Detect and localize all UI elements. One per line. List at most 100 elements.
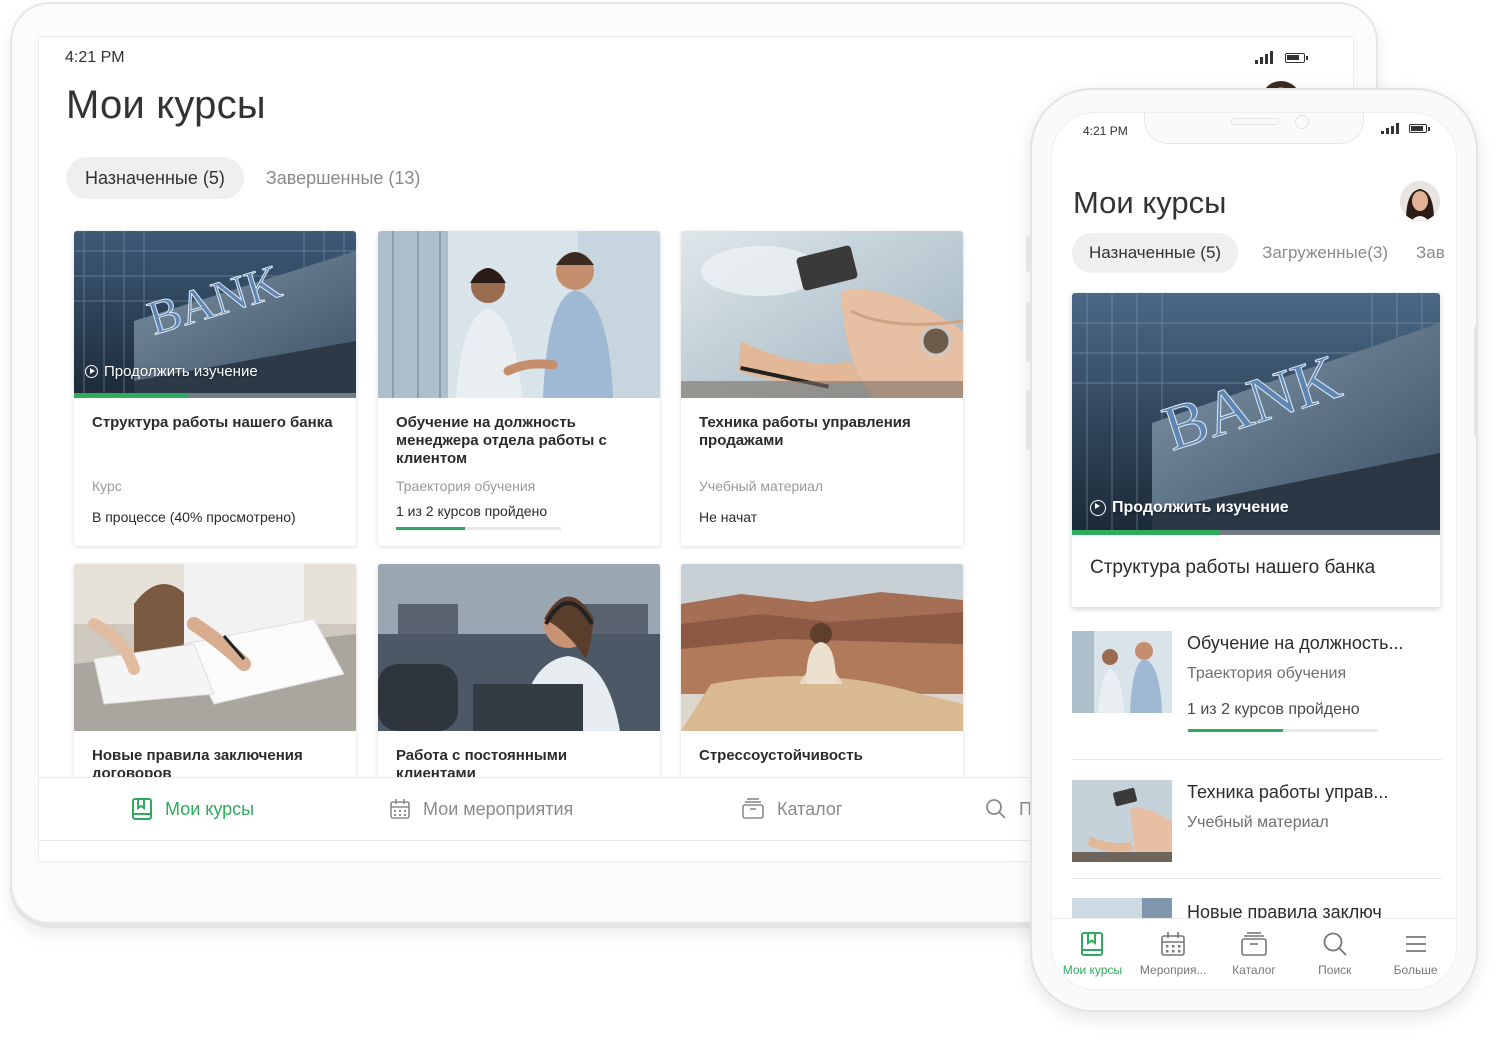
search-icon [986, 799, 1006, 819]
course-card[interactable]: Работа с постоянными клиентами [378, 564, 660, 794]
nav-my-courses[interactable]: Мои курсы [131, 778, 254, 840]
nav-more[interactable]: Больше [1375, 919, 1456, 989]
volume-up-button [1026, 302, 1030, 362]
progress-bar [396, 527, 561, 530]
phone-device: 4:21 PM Мои курсы Назначенные (5) Загруж… [1026, 88, 1478, 1012]
divider [1072, 878, 1442, 879]
nav-label: Мои мероприятия [423, 798, 574, 819]
course-card[interactable]: Техника работы управления продажами Учеб… [681, 231, 963, 546]
nav-label: Больше [1393, 963, 1438, 977]
course-card[interactable]: Стрессоустойчивость [681, 564, 963, 794]
battery-icon [1409, 124, 1430, 133]
nav-catalog[interactable]: Каталог [1214, 919, 1295, 989]
course-type: Траектория обучения [396, 478, 536, 494]
course-title: Обучение на должность менеджера отдела р… [396, 414, 607, 467]
progress-bar [1072, 530, 1440, 535]
calendar-icon [1161, 932, 1185, 956]
play-icon [1090, 500, 1106, 516]
notch [1144, 113, 1364, 144]
credit-card-image [681, 231, 963, 398]
nav-label: Каталог [1232, 963, 1276, 977]
course-card[interactable]: Обучение на должность менеджера отдела р… [378, 231, 660, 546]
list-item[interactable]: Техника работы управ... Учебный материал [1072, 780, 1444, 898]
status-time: 4:21 PM [1083, 124, 1128, 138]
mute-switch [1026, 236, 1030, 272]
signal-icon [1255, 51, 1273, 64]
call-center-image [378, 564, 660, 731]
course-title: Стрессоустойчивость [699, 747, 863, 764]
divider [1072, 759, 1442, 760]
nav-my-events[interactable]: Мои мероприятия [389, 778, 573, 840]
signal-icon [1381, 123, 1399, 134]
course-card[interactable]: Новые правила заключения договоров [74, 564, 356, 794]
nav-label: Мои курсы [165, 798, 255, 819]
handshake-image [378, 231, 660, 398]
continue-learning[interactable]: Продолжить изучение [85, 363, 258, 380]
nav-label: Каталог [777, 798, 843, 819]
play-icon [85, 365, 98, 378]
bank-building-image: BANK Продолжить изучение [74, 231, 356, 398]
list-item[interactable]: Новые правила заключ [1072, 898, 1444, 918]
course-type: Учебный материал [699, 478, 824, 494]
bank-building-image: BANK Продолжить изучение [1072, 293, 1440, 535]
bank-building-image [1072, 898, 1172, 918]
featured-course-card[interactable]: BANK Продолжить изучение Структура работ… [1072, 293, 1440, 607]
course-title: Структура работы нашего банка [1090, 557, 1376, 578]
credit-card-image [1072, 780, 1172, 862]
course-status: Не начат [699, 509, 758, 525]
continue-label: Продолжить изучение [1112, 499, 1289, 516]
course-status: 1 из 2 курсов пройдено [1187, 701, 1360, 718]
bottom-nav: Мои курсы Мероприя... Каталог Поиск Боль… [1052, 918, 1456, 989]
progress-fill [1188, 729, 1283, 732]
status-icons [1255, 51, 1308, 64]
course-title: Новые правила заключ [1187, 902, 1382, 918]
course-title: Обучение на должность... [1187, 633, 1404, 653]
tab-downloaded[interactable]: Загруженные(3) [1258, 243, 1392, 263]
speaker [1231, 118, 1279, 125]
signing-documents-image [74, 564, 356, 731]
course-status: В процессе (40% просмотрено) [92, 509, 296, 525]
avatar[interactable] [1400, 181, 1440, 221]
power-button [1474, 326, 1478, 436]
course-card[interactable]: BANK Продолжить изучение Структура работ… [74, 231, 356, 546]
canyon-meditation-image [681, 564, 963, 731]
tabs: Назначенные (5) Завершенные (13) [66, 157, 424, 199]
volume-down-button [1026, 390, 1030, 450]
catalog-icon [742, 798, 764, 819]
list-item[interactable]: Обучение на должность... Траектория обуч… [1072, 631, 1444, 749]
nav-my-courses[interactable]: Мои курсы [1052, 919, 1133, 989]
tab-completed[interactable]: Завершенные (13) [262, 168, 425, 189]
tab-assigned[interactable]: Назначенные (5) [1072, 233, 1239, 273]
phone-screen: 4:21 PM Мои курсы Назначенные (5) Загруж… [1051, 112, 1457, 990]
calendar-icon [390, 799, 410, 819]
course-type: Траектория обучения [1187, 665, 1347, 682]
nav-label: Мои курсы [1062, 963, 1123, 977]
menu-icon [1405, 936, 1426, 952]
book-icon [132, 798, 152, 820]
page-title: Мои курсы [66, 83, 266, 127]
continue-learning[interactable]: Продолжить изучение [1090, 499, 1289, 517]
handshake-image [1072, 631, 1172, 713]
nav-label: Мероприя... [1139, 963, 1207, 977]
search-icon [1323, 932, 1347, 956]
progress-fill [396, 527, 466, 530]
course-title: Структура работы нашего банка [92, 414, 333, 431]
battery-icon [1285, 52, 1308, 63]
camera [1295, 115, 1309, 129]
nav-label: Поиск [1318, 963, 1352, 977]
catalog-icon [1241, 932, 1267, 956]
page-title: Мои курсы [1073, 185, 1227, 220]
course-title: Техника работы управ... [1187, 782, 1389, 802]
nav-search[interactable]: Поиск [1294, 919, 1375, 989]
status-time: 4:21 PM [65, 49, 125, 66]
nav-catalog[interactable]: Каталог [741, 778, 842, 840]
progress-bar [74, 393, 356, 398]
continue-label: Продолжить изучение [104, 363, 258, 380]
course-status: 1 из 2 курсов пройдено [396, 503, 548, 519]
course-type: Курс [92, 478, 122, 494]
tabs: Назначенные (5) Загруженные(3) Зав [1072, 233, 1449, 273]
tab-assigned[interactable]: Назначенные (5) [66, 157, 244, 199]
nav-events[interactable]: Мероприя... [1133, 919, 1214, 989]
progress-bar [1188, 729, 1378, 732]
tab-completed[interactable]: Зав [1412, 243, 1449, 263]
